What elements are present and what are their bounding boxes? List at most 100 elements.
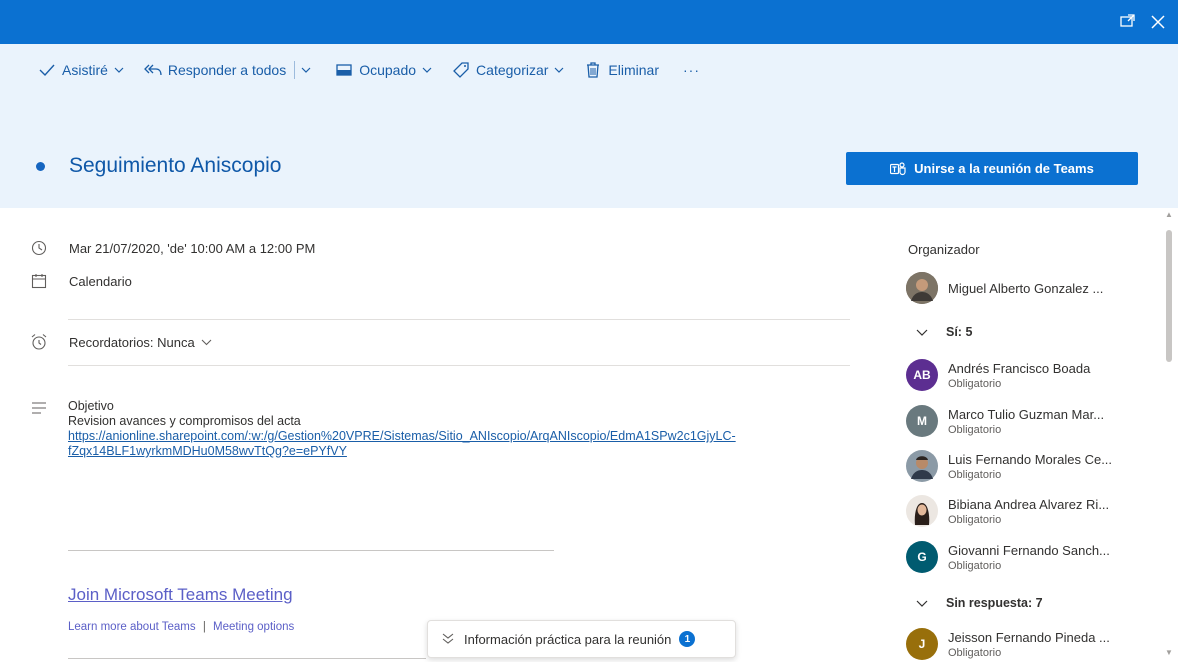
avatar: G — [906, 541, 938, 573]
event-title-row: Seguimiento Aniscopio — [36, 154, 281, 178]
chevron-down-icon — [114, 67, 124, 73]
busy-status-button[interactable]: Ocupado — [335, 61, 432, 79]
busy-status-icon — [335, 61, 353, 79]
attendee-item[interactable]: M Marco Tulio Guzman Mar... Obligatorio — [906, 405, 1104, 437]
attendee-name: Jeisson Fernando Pineda ... — [948, 629, 1110, 645]
event-details: Mar 21/07/2020, 'de' 10:00 AM a 12:00 PM… — [0, 208, 1178, 662]
tag-icon — [452, 61, 470, 79]
avatar: AB — [906, 359, 938, 391]
attendee-item[interactable]: J Jeisson Fernando Pineda ... Obligatori… — [906, 628, 1110, 660]
datetime-row: Mar 21/07/2020, 'de' 10:00 AM a 12:00 PM — [30, 239, 315, 257]
event-calendar: Calendario — [69, 273, 132, 289]
reply-all-icon — [143, 61, 162, 79]
event-dot — [36, 161, 45, 171]
divider — [68, 658, 426, 659]
divider — [68, 550, 554, 551]
event-title: Seguimiento Aniscopio — [69, 154, 282, 177]
description: Objetivo Revision avances y compromisos … — [68, 399, 868, 459]
attendee-name: Luis Fernando Morales Ce... — [948, 451, 1113, 467]
busy-label: Ocupado — [359, 62, 417, 78]
organizer-item[interactable]: Miguel Alberto Gonzalez ... — [906, 272, 1103, 304]
join-teams-label: Unirse a la reunión de Teams — [914, 161, 1094, 176]
accepted-group-toggle[interactable]: Sí: 5 — [916, 325, 972, 339]
text-align-icon — [30, 399, 48, 417]
divider — [68, 365, 850, 366]
sharepoint-link[interactable]: https://anionline.sharepoint.com/:w:/g/G… — [68, 429, 868, 459]
scroll-up-icon[interactable]: ▲ — [1165, 210, 1173, 219]
attendee-role: Obligatorio — [948, 646, 1002, 659]
attendee-item[interactable]: Luis Fernando Morales Ce... Obligatorio — [906, 450, 1112, 482]
meeting-info-label: Información práctica para la reunión — [464, 631, 672, 647]
alarm-clock-icon — [30, 333, 48, 351]
sharepoint-link-line1: https://anionline.sharepoint.com/:w:/g/G… — [68, 429, 736, 443]
delete-label: Eliminar — [608, 62, 659, 78]
double-chevron-down-icon — [442, 633, 454, 645]
delete-button[interactable]: Eliminar — [584, 61, 659, 79]
attendees-panel: Organizador Miguel Alberto Gonzalez ... … — [906, 208, 1146, 662]
avatar — [906, 495, 938, 527]
join-teams-meeting-button[interactable]: Unirse a la reunión de Teams — [846, 152, 1138, 185]
chevron-down-icon — [916, 329, 928, 336]
notification-badge: 1 — [679, 631, 696, 647]
organizer-heading: Organizador — [908, 242, 980, 257]
calendar-icon — [30, 272, 48, 290]
scroll-down-icon[interactable]: ▼ — [1165, 648, 1173, 657]
attendee-name: Giovanni Fernando Sanch... — [948, 542, 1110, 558]
chevron-down-icon — [422, 67, 432, 73]
reply-all-button[interactable]: Responder a todos — [143, 61, 287, 79]
attendee-item[interactable]: AB Andrés Francisco Boada Obligatorio — [906, 359, 1090, 391]
categorize-button[interactable]: Categorizar — [452, 61, 564, 79]
attendee-role: Obligatorio — [948, 468, 1002, 481]
popout-icon[interactable] — [1118, 12, 1138, 32]
attendee-role: Obligatorio — [948, 377, 1002, 390]
attendee-role: Obligatorio — [948, 423, 1002, 436]
attendee-item[interactable]: G Giovanni Fernando Sanch... Obligatorio — [906, 541, 1110, 573]
learn-more-link[interactable]: Learn more about Teams — [68, 621, 196, 633]
avatar — [906, 272, 938, 304]
avatar — [906, 450, 938, 482]
chevron-down-icon — [201, 339, 212, 346]
link-separator: | — [202, 621, 206, 633]
chevron-down-icon — [554, 67, 564, 73]
attendee-role: Obligatorio — [948, 513, 1002, 526]
vertical-scrollbar[interactable]: ▲ ▼ — [1164, 208, 1174, 662]
no-response-group-label: Sin respuesta: 7 — [946, 596, 1043, 610]
sharepoint-link-line2: fZqx14BLF1wyrkmMDHu0M58wvTtQg?e=ePYfVY — [68, 444, 347, 458]
close-icon[interactable] — [1148, 12, 1168, 32]
check-icon — [38, 61, 56, 79]
meeting-options-link[interactable]: Meeting options — [213, 621, 294, 633]
attendee-name: Marco Tulio Guzman Mar... — [948, 406, 1105, 422]
no-response-group-toggle[interactable]: Sin respuesta: 7 — [916, 596, 1043, 610]
reply-all-label: Responder a todos — [167, 62, 287, 78]
accepted-group-label: Sí: 5 — [946, 325, 973, 339]
toolbar-divider — [294, 61, 296, 79]
organizer-name: Miguel Alberto Gonzalez ... — [948, 280, 1104, 296]
avatar: J — [906, 628, 938, 660]
reply-all-dropdown[interactable] — [301, 67, 311, 73]
attendee-name: Andrés Francisco Boada — [948, 360, 1091, 376]
avatar: M — [906, 405, 938, 437]
description-heading: Objetivo — [68, 399, 114, 413]
attended-button[interactable]: Asistiré — [38, 61, 124, 79]
more-options-button[interactable]: ··· — [683, 62, 700, 78]
attended-label: Asistiré — [62, 62, 108, 78]
chevron-down-icon — [301, 67, 311, 73]
attendee-role: Obligatorio — [948, 559, 1002, 572]
attendee-item[interactable]: Bibiana Andrea Alvarez Ri... Obligatorio — [906, 495, 1109, 527]
meeting-info-button[interactable]: Información práctica para la reunión 1 — [427, 620, 736, 658]
categorize-label: Categorizar — [476, 62, 549, 78]
window-titlebar — [0, 0, 1178, 44]
reminders-dropdown[interactable]: Recordatorios: Nunca — [69, 335, 212, 350]
event-datetime: Mar 21/07/2020, 'de' 10:00 AM a 12:00 PM — [69, 240, 316, 256]
reminders-label: Recordatorios: Nunca — [69, 334, 195, 350]
divider — [68, 319, 850, 320]
clock-icon — [30, 239, 48, 257]
trash-icon — [584, 61, 602, 79]
scrollbar-thumb[interactable] — [1166, 230, 1172, 362]
calendar-row: Calendario — [30, 272, 132, 290]
event-header: Asistiré Responder a todos Ocupado Categ… — [0, 44, 1178, 208]
meeting-links-row: Learn more about Teams | Meeting options — [68, 621, 294, 633]
toolbar: Asistiré Responder a todos Ocupado Categ… — [38, 58, 700, 82]
reminders-row: Recordatorios: Nunca — [30, 333, 212, 351]
join-teams-meeting-link[interactable]: Join Microsoft Teams Meeting — [68, 585, 293, 605]
